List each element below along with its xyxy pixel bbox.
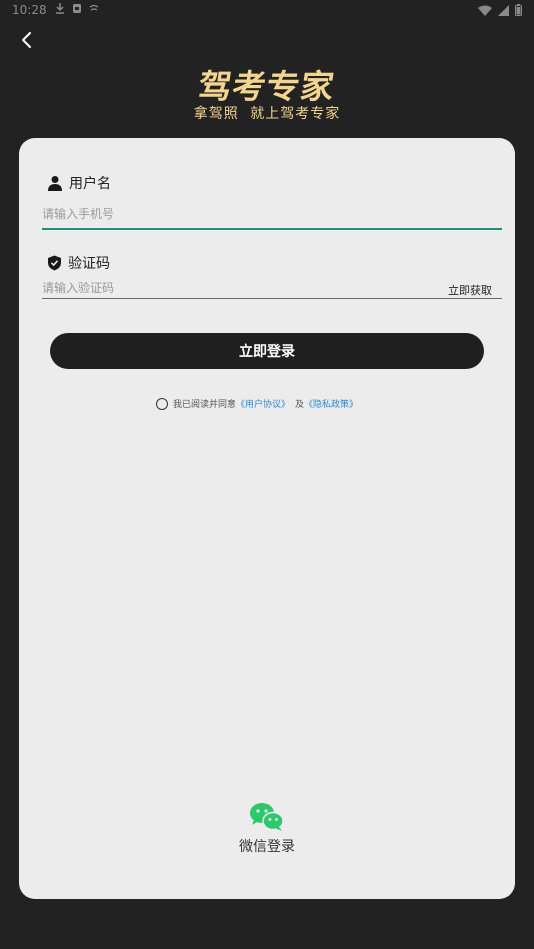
app-slogan: 拿驾照 就上驾考专家 [193,106,341,122]
wechat-icon [250,803,284,831]
code-input[interactable] [42,279,422,297]
download-icon [56,3,64,14]
user-agreement-link[interactable]: 《用户协议》 [236,397,290,410]
app-title: 驾考专家 [195,67,338,106]
get-code-button[interactable]: 立即获取 [448,282,492,298]
agreement-prefix: 我已阅读并同意 [173,400,237,410]
wechat-login-label: 微信登录 [239,839,295,855]
back-button[interactable] [14,28,40,52]
login-button[interactable]: 立即登录 [50,333,484,369]
app-icon [73,3,81,13]
shield-icon [48,255,61,271]
agreement-and: 及 [295,400,305,410]
battery-icon [515,4,522,16]
username-label: 用户名 [47,173,111,193]
wechat-login-button[interactable]: 微信登录 [19,802,515,856]
login-card: 用户名 验证码 立即获取 立即登录 我已阅读并同意《用户协议》 及《隐私政策》 [19,138,515,899]
privacy-policy-link[interactable]: 《隐私政策》 [304,397,358,410]
code-label-text: 验证码 [68,256,110,272]
cell-signal-icon [498,4,509,16]
status-right-icons [478,4,522,16]
wifi-icon [478,5,492,16]
chevron-left-icon [22,32,31,48]
status-bar: 10:28 [0,0,534,22]
status-left-icons [55,2,99,14]
username-label-text: 用户名 [69,176,111,192]
agreement-row: 我已阅读并同意 《用户协议》 及《隐私政策》 [156,397,358,410]
user-icon [48,176,62,191]
phone-input[interactable] [42,204,502,224]
code-input-underline [42,298,502,299]
agreement-checkbox[interactable] [156,397,168,410]
code-label: 验证码 [47,253,110,273]
signal-small-icon [89,4,99,11]
phone-input-underline [42,228,502,230]
status-time: 10:28 [12,3,47,17]
